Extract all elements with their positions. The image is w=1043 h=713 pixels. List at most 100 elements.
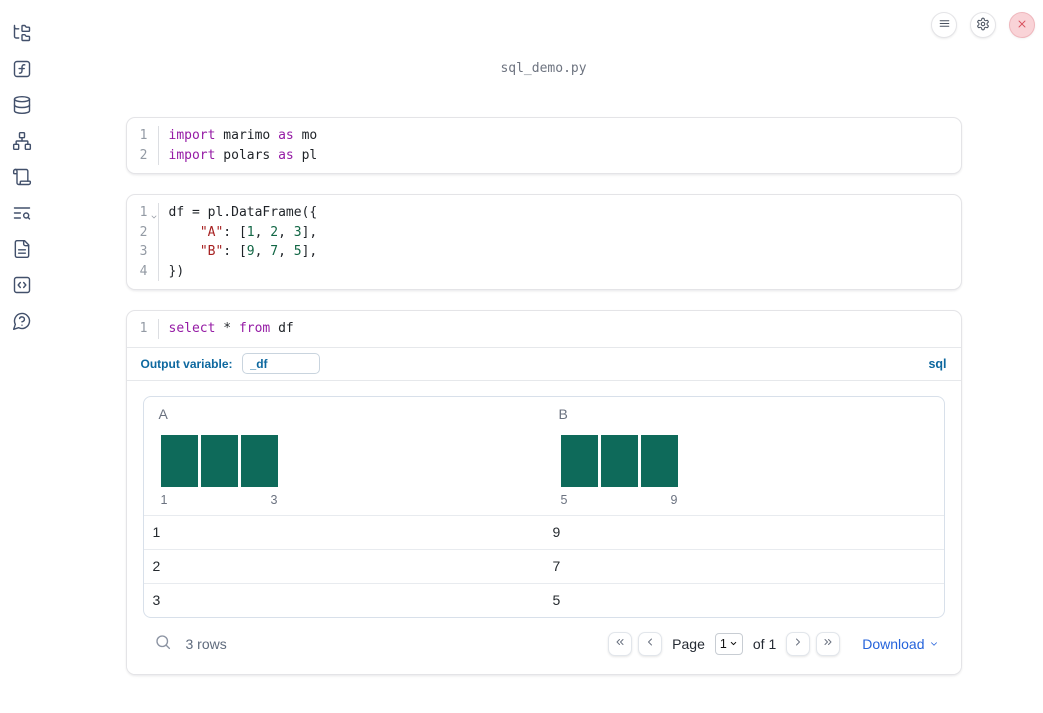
table-cell: 9 xyxy=(552,524,561,540)
chevron-left-icon xyxy=(644,636,656,651)
chevron-down-icon xyxy=(729,637,738,651)
code-line: 1 import marimo as mo xyxy=(127,126,961,146)
code-cell-dataframe[interactable]: 1 df = pl.DataFrame({ 2 "A": [1, 2, 3], 3 "… xyxy=(125,194,962,290)
histogram-bar xyxy=(200,434,238,487)
network-icon xyxy=(12,131,32,154)
histogram-bar xyxy=(600,434,638,487)
line-number: 1 xyxy=(127,203,159,223)
chevrons-right-icon xyxy=(822,636,834,651)
hist-min-label: 1 xyxy=(160,492,168,507)
code-content: }) xyxy=(168,263,185,279)
table-cell: 7 xyxy=(552,558,561,574)
table-cell: 1 xyxy=(152,524,161,540)
table-row[interactable]: 27 xyxy=(143,548,944,583)
sidebar-item-file-explorer[interactable] xyxy=(12,24,32,44)
page-label: Page xyxy=(672,635,705,652)
code-editor[interactable]: 1 df = pl.DataFrame({ 2 "A": [1, 2, 3], 3 "… xyxy=(127,195,961,289)
hist-max-label: 9 xyxy=(670,492,678,507)
histogram-b xyxy=(560,434,944,487)
column-name: A xyxy=(158,405,168,422)
table-header-row: A 1 3 B 5 9 xyxy=(144,397,944,515)
code-line: 1 select * from df xyxy=(127,319,961,339)
language-badge: sql xyxy=(928,356,947,371)
database-icon xyxy=(12,95,32,118)
sql-code-editor[interactable]: 1 select * from df xyxy=(126,311,961,348)
chevrons-left-icon xyxy=(614,636,626,651)
histogram-bar xyxy=(160,434,198,487)
pagination: Page 1 of 1 Download xyxy=(608,631,938,656)
sql-meta-row: Output variable: sql xyxy=(126,348,961,381)
line-number: 3 xyxy=(127,242,159,262)
sidebar-item-dependencies[interactable] xyxy=(12,131,32,154)
chevron-down-icon xyxy=(929,636,939,652)
code-line: 2 import polars as pl xyxy=(127,145,961,165)
page-select[interactable]: 1 xyxy=(714,632,743,655)
line-number: 2 xyxy=(127,145,159,165)
code-box-icon xyxy=(12,275,32,298)
code-content: "A": [1, 2, 3], xyxy=(199,224,318,240)
column-name: B xyxy=(558,405,568,422)
sidebar-item-data-sources[interactable] xyxy=(12,95,32,118)
previous-page-button[interactable] xyxy=(638,631,663,656)
table-body: 192735 xyxy=(143,514,944,617)
row-count: 3 rows xyxy=(185,635,227,652)
histogram-bar xyxy=(640,434,678,487)
panel-sidebar xyxy=(0,0,44,713)
code-editor[interactable]: 1 import marimo as mo 2 import polars as pl xyxy=(127,118,961,173)
search-icon xyxy=(154,633,172,654)
sidebar-item-documentation[interactable] xyxy=(12,239,32,262)
table-cell: 2 xyxy=(152,558,161,574)
output-variable-input[interactable] xyxy=(241,353,320,374)
line-number: 4 xyxy=(127,261,159,281)
table-row[interactable]: 19 xyxy=(143,514,944,549)
first-page-button[interactable] xyxy=(608,631,633,656)
scroll-icon xyxy=(12,167,32,190)
column-header-b[interactable]: B 5 9 xyxy=(544,397,944,515)
page-select-value: 1 xyxy=(719,636,727,651)
column-header-a[interactable]: A 1 3 xyxy=(144,397,544,515)
last-page-button[interactable] xyxy=(816,631,841,656)
histogram-bar xyxy=(560,434,598,487)
line-number: 1 xyxy=(127,319,159,339)
sidebar-item-logs[interactable] xyxy=(12,168,32,188)
sidebar-item-snippets[interactable] xyxy=(12,276,32,296)
code-line: 4}) xyxy=(127,261,961,281)
histogram-bar xyxy=(240,434,278,487)
histogram-a xyxy=(160,434,544,487)
chevron-right-icon xyxy=(792,636,804,651)
table-cell: 5 xyxy=(552,592,561,608)
page-of-label: of 1 xyxy=(752,635,777,652)
line-number: 2 xyxy=(127,222,159,242)
hist-max-label: 3 xyxy=(270,492,278,507)
code-content: df = pl.DataFrame({ xyxy=(168,205,318,220)
notebook-main: sql_demo.py 1 import marimo as mo 2 import … xyxy=(44,0,1043,713)
line-number: 1 xyxy=(127,126,159,146)
sidebar-item-outline-search[interactable] xyxy=(12,204,32,224)
next-page-button[interactable] xyxy=(786,631,811,656)
histogram-ticks: 1 3 xyxy=(161,493,278,507)
help-bubble-icon xyxy=(12,311,32,334)
folder-tree-icon xyxy=(12,23,32,46)
table-row[interactable]: 35 xyxy=(143,582,944,617)
download-button[interactable]: Download xyxy=(862,636,938,652)
sql-cell[interactable]: 1 select * from df Output variable: sql A… xyxy=(125,310,962,675)
table-cell: 3 xyxy=(152,592,161,608)
output-variable-label: Output variable: xyxy=(140,356,233,371)
code-content: import marimo as mo xyxy=(168,128,318,143)
cell-output: A 1 3 B 5 9 1 9 2 7 3 5 3 rows Page 1 of… xyxy=(126,380,961,674)
code-line: 1 df = pl.DataFrame({ xyxy=(127,203,961,223)
code-cell-imports[interactable]: 1 import marimo as mo 2 import polars as pl xyxy=(125,117,962,174)
dataframe-table: A 1 3 B 5 9 1 9 2 7 3 5 xyxy=(142,395,945,618)
search-button[interactable] xyxy=(153,634,173,654)
file-text-icon xyxy=(12,239,32,262)
table-footer: 3 rows Page 1 of 1 Download xyxy=(143,626,945,662)
code-content: import polars as pl xyxy=(168,147,318,163)
code-content: select * from df xyxy=(168,321,294,336)
sidebar-item-help[interactable] xyxy=(12,312,32,332)
hist-min-label: 5 xyxy=(560,492,568,507)
code-line: 2 "A": [1, 2, 3], xyxy=(127,222,961,242)
download-label: Download xyxy=(862,635,925,652)
function-square-icon xyxy=(12,59,32,82)
sidebar-item-variables[interactable] xyxy=(12,60,32,80)
list-search-icon xyxy=(12,203,32,226)
